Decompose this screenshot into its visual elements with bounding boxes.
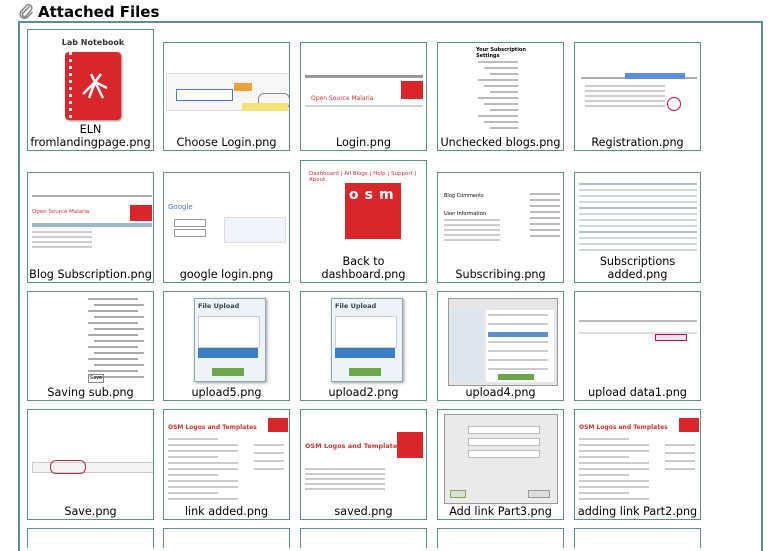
attachment-tile[interactable]: Subscriptions added.png [574, 172, 701, 283]
attachment-filename[interactable]: Choose Login.png [164, 136, 289, 149]
attached-files-header: Attached Files [18, 2, 159, 22]
attachment-tile[interactable]: Open Source Malaria Login.png [300, 42, 427, 151]
attachment-thumbnail[interactable]: Google [164, 173, 289, 268]
attachment-thumbnail[interactable]: Blog Comments User Information [438, 173, 563, 268]
attachment-filename[interactable]: Subscriptions added.png [575, 255, 700, 281]
attachment-tile[interactable]: Save.png [27, 409, 154, 520]
thumb-upload-title: File Upload [335, 302, 377, 310]
attachment-tile[interactable]: OSM Logos and Templates link added.png [163, 409, 290, 520]
attachment-tile[interactable]: Open Source Malaria Blog Subscription.pn… [27, 172, 154, 283]
attachment-thumbnail[interactable]: Lab Notebook [28, 30, 153, 123]
attachment-tile[interactable]: Your Subscription Settings Unchecked blo… [437, 42, 564, 151]
attachment-thumbnail[interactable] [575, 173, 700, 255]
attachment-filename[interactable]: link added.png [164, 505, 289, 518]
notebook-label: Lab Notebook [61, 38, 125, 47]
attachment-tile[interactable] [163, 528, 290, 548]
thumb-osm-title: OSM Logos and Templates [168, 424, 257, 431]
attachment-thumbnail[interactable]: OSM Logos and Templates [301, 410, 426, 505]
attachment-thumbnail[interactable]: OSM Logos and Templates [164, 410, 289, 505]
attachment-tile[interactable] [574, 528, 701, 548]
thumb-osm-title: OSM Logos and Templates [305, 442, 402, 450]
attachment-filename[interactable]: Add link Part3.png [438, 505, 563, 518]
attachment-thumbnail[interactable]: Open Source Malaria [301, 43, 426, 136]
attachment-filename[interactable]: upload4.png [438, 386, 563, 399]
paperclip-icon [19, 4, 33, 20]
section-title: Attached Files [38, 3, 160, 21]
attachment-filename[interactable]: Saving sub.png [28, 386, 153, 399]
attachment-filename[interactable]: Unchecked blogs.png [438, 136, 563, 149]
attachment-filename[interactable]: Login.png [301, 136, 426, 149]
thumb-osm-text: Open Source Malaria [32, 209, 90, 215]
attachment-tile[interactable]: Lab Notebook ELN fromlandingpage.png [27, 29, 154, 151]
attached-files-grid: Lab Notebook ELN fromlandingpage.png Choo… [18, 21, 763, 551]
attachment-tile[interactable]: Google google login.png [163, 172, 290, 283]
attachment-tile[interactable]: Add link Part3.png [437, 409, 564, 520]
notebook-icon [65, 52, 121, 120]
attachment-filename[interactable]: Registration.png [575, 136, 700, 149]
attachment-tile[interactable]: Choose Login.png [163, 42, 290, 151]
attachment-thumbnail[interactable] [438, 410, 563, 505]
attachment-thumbnail[interactable]: File Upload [301, 292, 426, 386]
thumb-dashboard-links: Dashboard | All Blogs | Help | Support |… [309, 171, 417, 183]
attachment-thumbnail[interactable] [575, 43, 700, 136]
attachment-filename[interactable]: upload5.png [164, 386, 289, 399]
attachment-filename[interactable]: google login.png [164, 268, 289, 281]
attachment-tile[interactable]: Blog Comments User Information Subscribi… [437, 172, 564, 283]
thumb-osm-text: Open Source Malaria [311, 95, 374, 102]
thumb-upload-title: File Upload [198, 302, 240, 310]
attachment-thumbnail[interactable] [438, 292, 563, 386]
attachment-filename[interactable]: adding link Part2.png [575, 505, 700, 518]
thumb-blog-heading: Your Subscription Settings [476, 47, 526, 59]
attachment-tile[interactable]: upload data1.png [574, 291, 701, 401]
attachment-filename[interactable]: saved.png [301, 505, 426, 518]
thumb-osm-title: OSM Logos and Templates [579, 424, 668, 431]
attachment-filename[interactable]: Blog Subscription.png [28, 268, 153, 281]
attachment-thumbnail[interactable]: Your Subscription Settings [438, 43, 563, 136]
attachment-filename[interactable]: Save.png [28, 505, 153, 518]
attachment-tile[interactable]: File Upload upload5.png [163, 291, 290, 401]
thumb-save-label: Save [88, 374, 104, 383]
attachment-filename[interactable]: upload2.png [301, 386, 426, 399]
attachment-tile[interactable]: File Upload upload2.png [300, 291, 427, 401]
attachment-thumbnail[interactable]: File Upload [164, 292, 289, 386]
attachment-filename[interactable]: ELN fromlandingpage.png [28, 123, 153, 149]
attachment-thumbnail[interactable] [28, 410, 153, 505]
attachment-filename[interactable]: upload data1.png [575, 386, 700, 399]
attachment-tile[interactable]: OSM Logos and Templates saved.png [300, 409, 427, 520]
attachment-tile[interactable] [437, 528, 564, 548]
attachment-thumbnail[interactable]: OSM Logos and Templates [575, 410, 700, 505]
attachment-tile[interactable] [27, 528, 154, 548]
attachment-tile[interactable]: Registration.png [574, 42, 701, 151]
attachment-tile[interactable] [300, 528, 427, 548]
attachment-filename[interactable]: Subscribing.png [438, 268, 563, 281]
attachment-filename[interactable]: Back to dashboard.png [301, 255, 426, 281]
attachment-tile[interactable]: Save Saving sub.png [27, 291, 154, 401]
attachment-thumbnail[interactable] [575, 292, 700, 386]
attachment-tile[interactable]: upload4.png [437, 291, 564, 401]
attachment-tile[interactable]: OSM Logos and Templates adding link Part… [574, 409, 701, 520]
attachment-tile[interactable]: Dashboard | All Blogs | Help | Support |… [300, 160, 427, 283]
attachment-thumbnail[interactable]: Dashboard | All Blogs | Help | Support |… [301, 161, 426, 255]
attachment-thumbnail[interactable]: Save [28, 292, 153, 386]
attachment-thumbnail[interactable]: Open Source Malaria [28, 173, 153, 268]
attachment-thumbnail[interactable] [164, 43, 289, 136]
